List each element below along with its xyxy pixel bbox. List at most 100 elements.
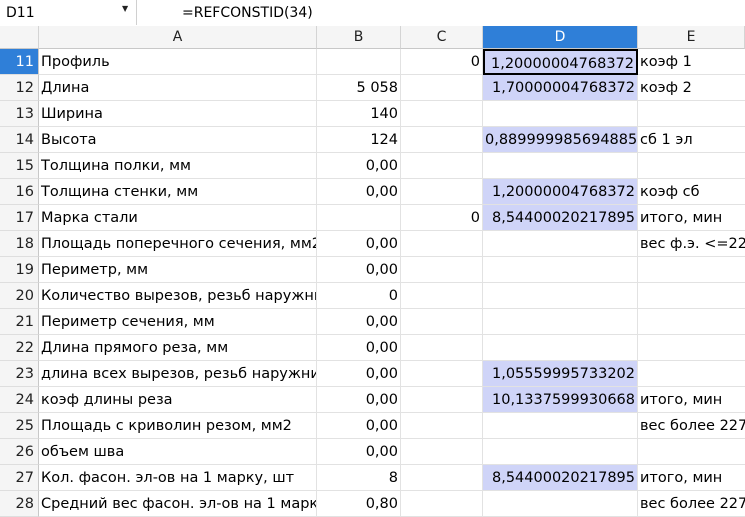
cell-e26[interactable]: [638, 439, 745, 465]
cell-c28[interactable]: [401, 491, 483, 517]
cell-c12[interactable]: [401, 75, 483, 101]
formula-input[interactable]: =REFCONSTID(34): [182, 5, 313, 21]
cell-e22[interactable]: [638, 335, 745, 361]
cell-a21[interactable]: Периметр сечения, мм: [39, 309, 317, 335]
row-header-25[interactable]: 25: [0, 413, 39, 439]
cell-d28[interactable]: [483, 491, 638, 517]
cell-b19[interactable]: 0,00: [317, 257, 401, 283]
column-header-e[interactable]: E: [638, 26, 745, 49]
cell-b24[interactable]: 0,00: [317, 387, 401, 413]
row-header-22[interactable]: 22: [0, 335, 39, 361]
row-header-15[interactable]: 15: [0, 153, 39, 179]
column-header-c[interactable]: C: [401, 26, 483, 49]
row-header-27[interactable]: 27: [0, 465, 39, 491]
cell-d16[interactable]: 1,20000004768372: [483, 179, 638, 205]
cell-b21[interactable]: 0,00: [317, 309, 401, 335]
cell-c18[interactable]: [401, 231, 483, 257]
cell-e21[interactable]: [638, 309, 745, 335]
cell-b16[interactable]: 0,00: [317, 179, 401, 205]
cell-e19[interactable]: [638, 257, 745, 283]
row-header-23[interactable]: 23: [0, 361, 39, 387]
cell-a12[interactable]: Длина: [39, 75, 317, 101]
select-all-corner[interactable]: [0, 26, 39, 49]
row-header-12[interactable]: 12: [0, 75, 39, 101]
cell-c21[interactable]: [401, 309, 483, 335]
cell-c14[interactable]: [401, 127, 483, 153]
cell-c24[interactable]: [401, 387, 483, 413]
row-header-11[interactable]: 11: [0, 49, 39, 75]
cell-d19[interactable]: [483, 257, 638, 283]
cell-d14[interactable]: 0,889999985694885: [483, 127, 638, 153]
cell-d21[interactable]: [483, 309, 638, 335]
cell-a16[interactable]: Толщина стенки, мм: [39, 179, 317, 205]
chevron-down-icon[interactable]: ▼: [122, 4, 128, 13]
name-box-value[interactable]: D11: [6, 5, 35, 21]
cell-b25[interactable]: 0,00: [317, 413, 401, 439]
column-header-d[interactable]: D: [483, 26, 638, 49]
cell-d13[interactable]: [483, 101, 638, 127]
cell-c20[interactable]: [401, 283, 483, 309]
row-header-24[interactable]: 24: [0, 387, 39, 413]
cell-e11[interactable]: коэф 1: [638, 49, 745, 75]
row-header-13[interactable]: 13: [0, 101, 39, 127]
cell-c27[interactable]: [401, 465, 483, 491]
name-box[interactable]: D11 ▼: [0, 0, 137, 25]
cell-a22[interactable]: Длина прямого реза, мм: [39, 335, 317, 361]
cell-e24[interactable]: итого, мин: [638, 387, 745, 413]
column-header-b[interactable]: B: [317, 26, 401, 49]
row-header-21[interactable]: 21: [0, 309, 39, 335]
cell-a18[interactable]: Площадь поперечного сечения, мм2: [39, 231, 317, 257]
cell-b12[interactable]: 5 058: [317, 75, 401, 101]
cell-a19[interactable]: Периметр, мм: [39, 257, 317, 283]
cell-b20[interactable]: 0: [317, 283, 401, 309]
cell-c23[interactable]: [401, 361, 483, 387]
cell-a24[interactable]: коэф длины реза: [39, 387, 317, 413]
row-header-19[interactable]: 19: [0, 257, 39, 283]
cell-e25[interactable]: вес более 227: [638, 413, 745, 439]
cell-c13[interactable]: [401, 101, 483, 127]
cell-e16[interactable]: коэф сб: [638, 179, 745, 205]
cell-e18[interactable]: вес ф.э. <=227: [638, 231, 745, 257]
row-header-16[interactable]: 16: [0, 179, 39, 205]
row-header-17[interactable]: 17: [0, 205, 39, 231]
cell-d26[interactable]: [483, 439, 638, 465]
cell-b17[interactable]: [317, 205, 401, 231]
cell-d12[interactable]: 1,70000004768372: [483, 75, 638, 101]
cell-d11[interactable]: 1,20000004768372: [483, 49, 638, 75]
cell-b13[interactable]: 140: [317, 101, 401, 127]
cell-a28[interactable]: Средний вес фасон. эл-ов на 1 марку,: [39, 491, 317, 517]
cell-d22[interactable]: [483, 335, 638, 361]
cell-c17[interactable]: 0: [401, 205, 483, 231]
cell-e12[interactable]: коэф 2: [638, 75, 745, 101]
cell-b22[interactable]: 0,00: [317, 335, 401, 361]
row-header-28[interactable]: 28: [0, 491, 39, 517]
cell-d23[interactable]: 1,05559995733202: [483, 361, 638, 387]
cell-b26[interactable]: 0,00: [317, 439, 401, 465]
cell-d25[interactable]: [483, 413, 638, 439]
cell-e15[interactable]: [638, 153, 745, 179]
cell-b18[interactable]: 0,00: [317, 231, 401, 257]
cell-c16[interactable]: [401, 179, 483, 205]
row-header-20[interactable]: 20: [0, 283, 39, 309]
cell-a13[interactable]: Ширина: [39, 101, 317, 127]
cell-c26[interactable]: [401, 439, 483, 465]
cell-a17[interactable]: Марка стали: [39, 205, 317, 231]
cell-e27[interactable]: итого, мин: [638, 465, 745, 491]
cell-b27[interactable]: 8: [317, 465, 401, 491]
cell-a23[interactable]: длина всех вырезов, резьб наружних: [39, 361, 317, 387]
cell-b15[interactable]: 0,00: [317, 153, 401, 179]
column-header-a[interactable]: A: [39, 26, 317, 49]
cell-a14[interactable]: Высота: [39, 127, 317, 153]
cell-a25[interactable]: Площадь с криволин резом, мм2: [39, 413, 317, 439]
cell-d15[interactable]: [483, 153, 638, 179]
cell-e28[interactable]: вес более 227: [638, 491, 745, 517]
cell-e17[interactable]: итого, мин: [638, 205, 745, 231]
row-header-18[interactable]: 18: [0, 231, 39, 257]
cell-c15[interactable]: [401, 153, 483, 179]
cell-a20[interactable]: Количество вырезов, резьб наружних: [39, 283, 317, 309]
cell-e23[interactable]: [638, 361, 745, 387]
row-header-26[interactable]: 26: [0, 439, 39, 465]
cell-e20[interactable]: [638, 283, 745, 309]
cell-a26[interactable]: объем шва: [39, 439, 317, 465]
cell-e13[interactable]: [638, 101, 745, 127]
